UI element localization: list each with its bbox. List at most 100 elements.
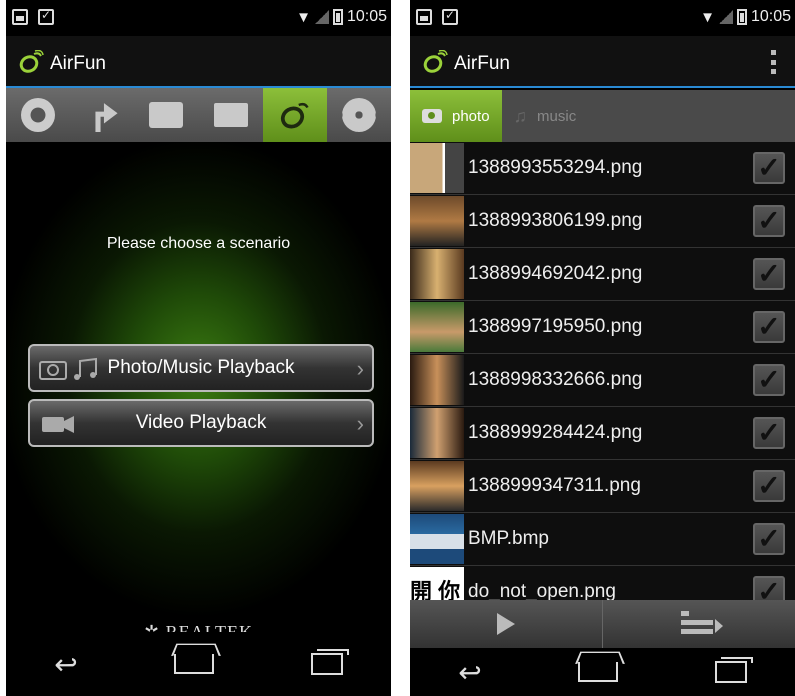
system-nav-bar: ↩ <box>410 648 795 696</box>
photo-thumbnail <box>410 514 464 564</box>
action-bar: AirFun <box>410 36 795 88</box>
airfun-tab-icon <box>280 102 309 129</box>
photo-thumbnail <box>410 302 464 352</box>
photo-thumbnail <box>410 196 464 246</box>
action-bar: AirFun <box>6 36 391 88</box>
file-row[interactable]: 1388998332666.png ✓ <box>410 354 795 407</box>
tab-airfun[interactable] <box>262 88 327 142</box>
chevron-right-icon: › <box>356 411 364 436</box>
video-playback-label: Video Playback <box>135 412 267 433</box>
photo-thumbnail: 開 你 <box>410 567 464 600</box>
tab-settings[interactable] <box>327 88 391 142</box>
scenario-panel: Please choose a scenario Photo/Music Pla… <box>6 142 391 642</box>
select-checkbox[interactable]: ✓ <box>753 417 785 449</box>
file-name: 1388994692042.png <box>468 263 643 284</box>
select-checkbox[interactable]: ✓ <box>753 258 785 290</box>
select-checkbox[interactable]: ✓ <box>753 576 785 600</box>
play-icon <box>497 613 515 635</box>
camera-icon <box>422 109 442 123</box>
gallery-notification-icon <box>416 9 432 25</box>
playlist-icon <box>675 609 723 639</box>
photo-thumbnail <box>410 143 464 193</box>
feature-tab-bar <box>6 88 391 142</box>
clock: 10:05 <box>750 8 791 25</box>
playlist-button[interactable] <box>603 600 795 648</box>
tab-video[interactable] <box>134 88 198 142</box>
file-row[interactable]: BMP.bmp ✓ <box>410 513 795 566</box>
tab-photo-label: photo <box>452 107 490 125</box>
recent-apps-icon[interactable] <box>714 657 753 683</box>
video-player-icon <box>149 102 184 128</box>
home-icon[interactable] <box>174 654 215 674</box>
share-arrow-icon <box>95 103 118 132</box>
airfun-logo-icon <box>19 50 44 73</box>
status-bar: ▼ 10:05 <box>6 0 391 36</box>
file-name: do_not_open.png <box>468 581 616 600</box>
scenario-prompt: Please choose a scenario <box>106 235 291 252</box>
airfun-home-screen: ▼ 10:05 AirFun Please choose a scenario <box>6 0 391 696</box>
photo-music-playback-button[interactable]: Photo/Music Playback › <box>28 344 374 392</box>
overflow-menu-icon[interactable] <box>771 50 777 74</box>
tab-photo[interactable]: photo <box>410 90 502 142</box>
status-bar: ▼ 10:05 <box>410 0 795 36</box>
photo-music-icon <box>39 357 97 380</box>
system-nav-bar: ↩ <box>6 632 391 696</box>
cell-signal-icon <box>718 10 733 24</box>
battery-icon <box>332 9 343 25</box>
file-row[interactable]: 1388994692042.png ✓ <box>410 248 795 301</box>
tab-usb-folder[interactable] <box>199 88 263 142</box>
tab-remote-control[interactable] <box>6 88 70 142</box>
gear-icon <box>341 98 376 132</box>
battery-icon <box>736 9 747 25</box>
recent-apps-icon[interactable] <box>310 649 349 675</box>
file-row[interactable]: 1388999284424.png ✓ <box>410 407 795 460</box>
file-row[interactable]: 1388993553294.png ✓ <box>410 142 795 195</box>
media-tab-bar: photo ♫ music <box>410 90 795 142</box>
select-checkbox[interactable]: ✓ <box>753 311 785 343</box>
file-name: 1388997195950.png <box>468 316 643 337</box>
app-title: AirFun <box>454 53 510 74</box>
photo-thumbnail <box>410 461 464 511</box>
wifi-icon: ▼ <box>296 8 311 26</box>
select-checkbox[interactable]: ✓ <box>753 523 785 555</box>
airfun-logo-icon <box>423 50 448 73</box>
select-checkbox[interactable]: ✓ <box>753 470 785 502</box>
playback-toolbar <box>410 600 795 648</box>
video-camera-icon <box>42 416 74 433</box>
video-playback-button[interactable]: Video Playback › <box>28 399 374 447</box>
select-checkbox[interactable]: ✓ <box>753 364 785 396</box>
file-name: BMP.bmp <box>468 528 549 549</box>
file-name: 1388993553294.png <box>468 157 643 178</box>
file-row[interactable]: 開 你 do_not_open.png ✓ <box>410 566 795 600</box>
tab-music-label: music <box>537 107 577 125</box>
file-name: 1388999284424.png <box>468 422 643 443</box>
chevron-right-icon: › <box>356 356 364 381</box>
clock: 10:05 <box>346 8 387 25</box>
file-row[interactable]: 1388993806199.png ✓ <box>410 195 795 248</box>
play-button[interactable] <box>410 600 603 648</box>
cell-signal-icon <box>314 10 329 24</box>
photo-thumbnail <box>410 355 464 405</box>
wifi-icon: ▼ <box>700 8 715 26</box>
remote-dpad-icon <box>21 98 56 132</box>
usb-folder-icon <box>213 103 248 127</box>
select-checkbox[interactable]: ✓ <box>753 205 785 237</box>
file-row[interactable]: 1388999347311.png ✓ <box>410 460 795 513</box>
photo-thumbnail <box>410 408 464 458</box>
tab-music[interactable]: ♫ music <box>502 90 589 142</box>
tab-share[interactable] <box>70 88 134 142</box>
download-notification-icon <box>38 8 54 25</box>
select-checkbox[interactable]: ✓ <box>753 152 785 184</box>
file-name: 1388998332666.png <box>468 369 643 390</box>
photo-thumbnail <box>410 249 464 299</box>
home-icon[interactable] <box>578 662 619 682</box>
back-icon[interactable]: ↩ <box>54 648 77 681</box>
download-notification-icon <box>442 8 458 25</box>
file-name: 1388993806199.png <box>468 210 643 231</box>
photo-music-playback-label: Photo/Music Playback <box>107 357 295 378</box>
photo-file-list: 1388993553294.png ✓ 1388993806199.png ✓ … <box>410 142 795 600</box>
file-name: 1388999347311.png <box>468 475 641 496</box>
file-row[interactable]: 1388997195950.png ✓ <box>410 301 795 354</box>
app-title: AirFun <box>50 53 106 74</box>
back-icon[interactable]: ↩ <box>458 656 481 689</box>
